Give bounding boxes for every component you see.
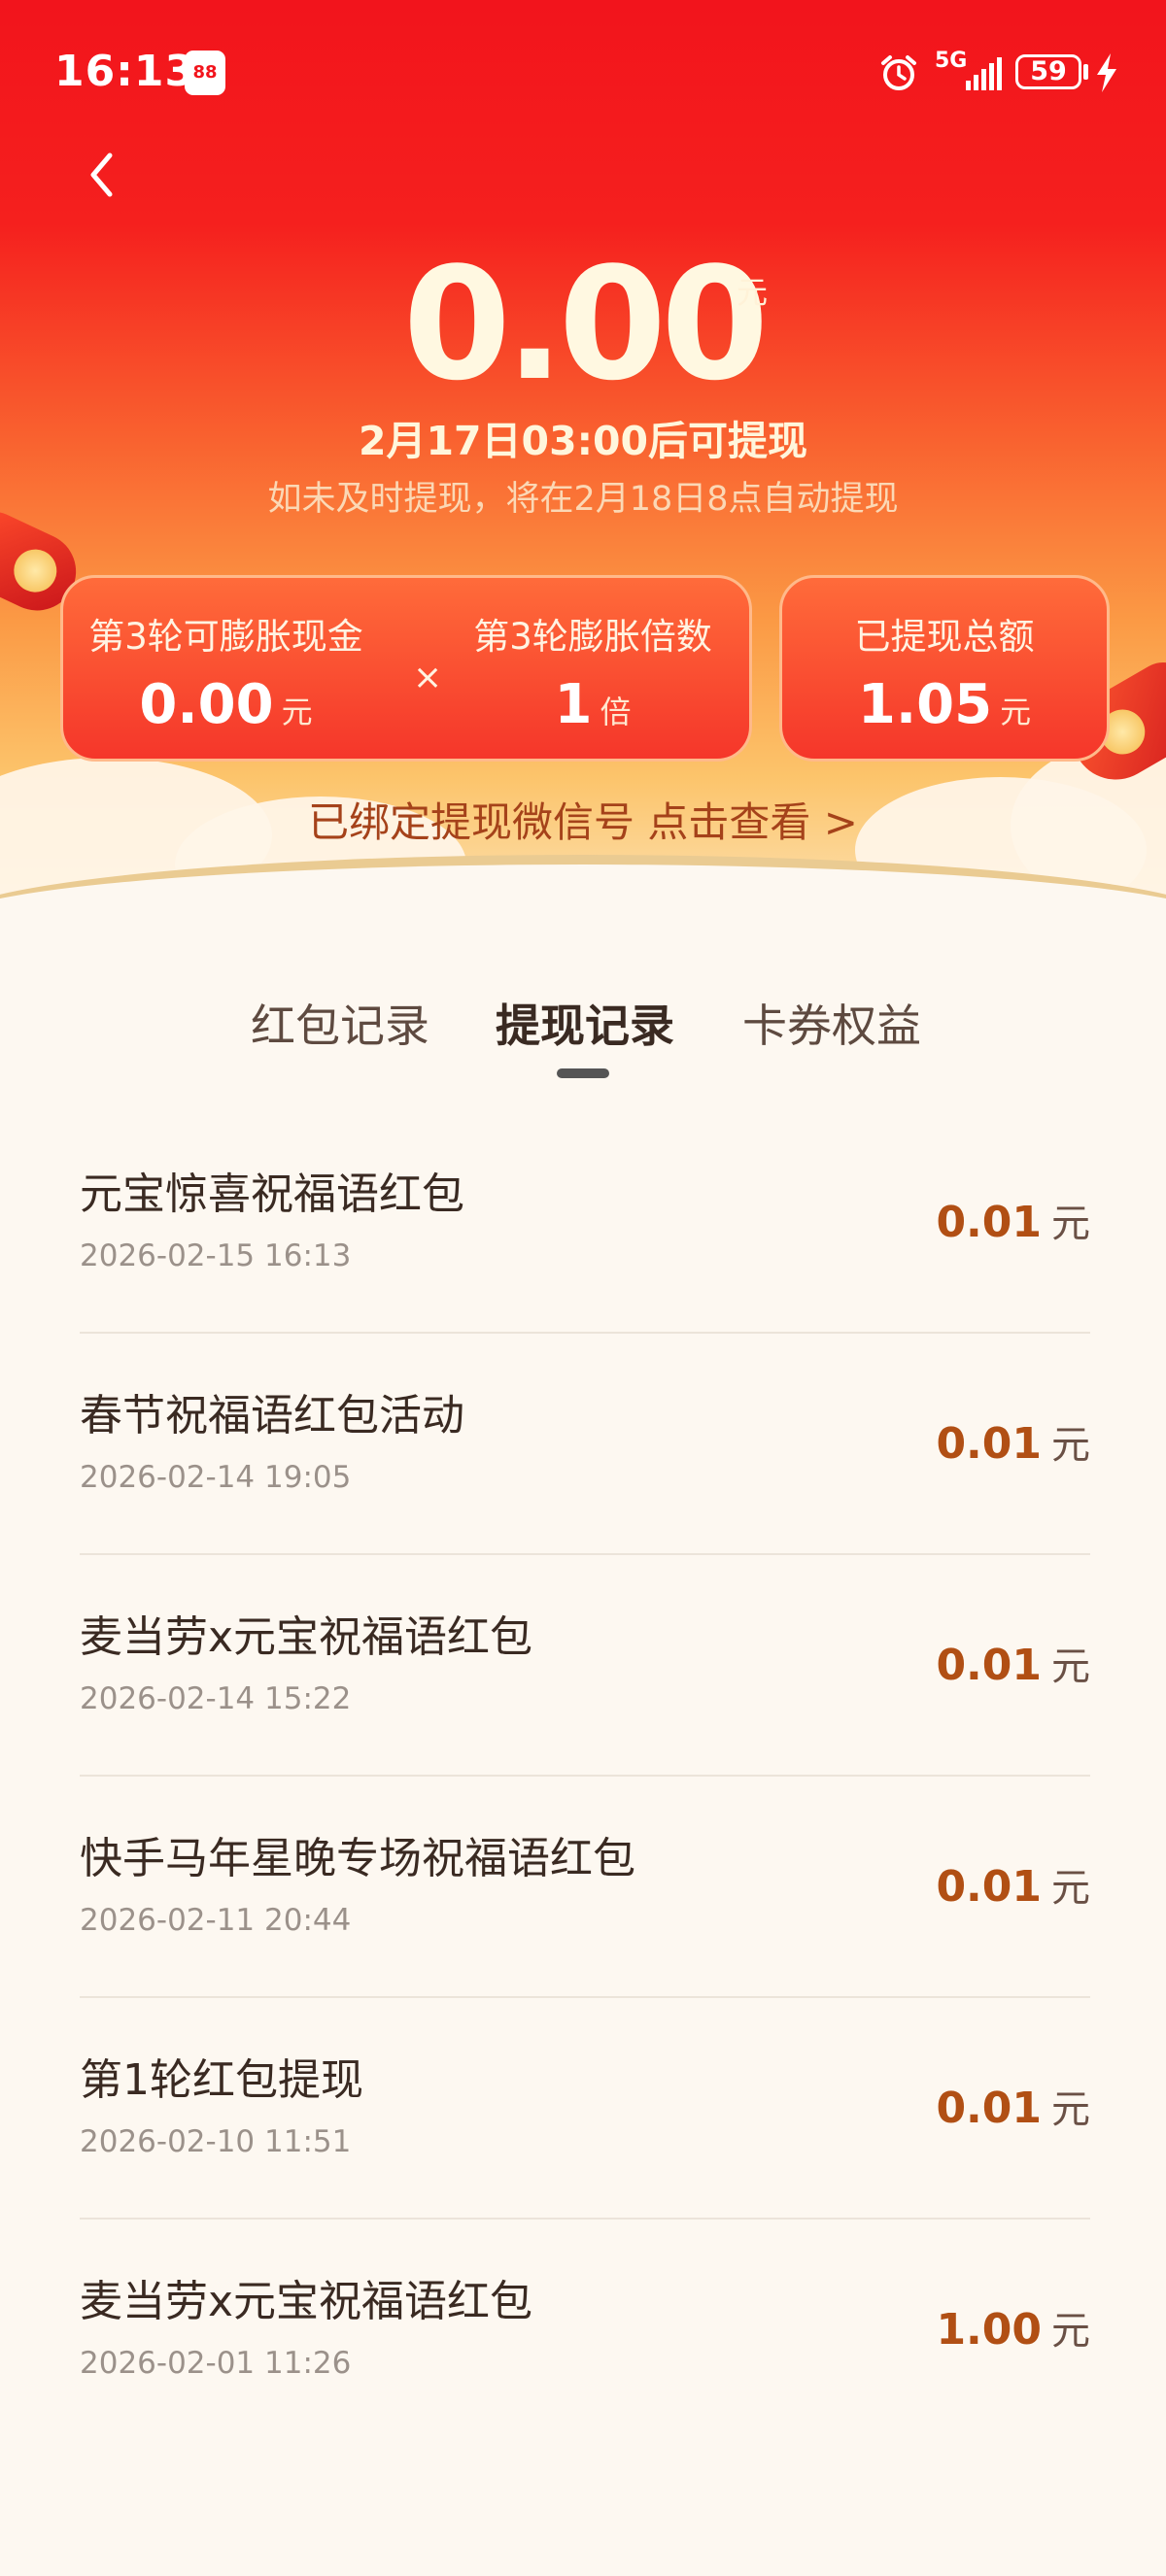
inflatable-cash-label: 第3轮可膨胀现金	[88, 616, 363, 658]
record-tabs: 红包记录 提现记录 卡券权益	[0, 991, 1166, 1078]
record-amount-unit: 元	[1051, 2087, 1090, 2132]
record-title: 元宝惊喜祝福语红包	[80, 1169, 464, 1219]
record-amount: 0.01 元	[936, 1856, 1090, 1913]
total-withdrawn-unit: 元	[1000, 694, 1032, 730]
list-item: 麦当劳x元宝祝福语红包 2026-02-14 15:22 0.01 元	[80, 1555, 1090, 1777]
back-arrow-icon[interactable]	[78, 146, 126, 204]
balance-amount: 0.00	[402, 233, 770, 415]
list-item: 快手马年星晚专场祝福语红包 2026-02-11 20:44 0.01 元	[80, 1777, 1090, 1998]
multiplier-unit: 倍	[600, 694, 632, 730]
record-title: 第1轮红包提现	[80, 2055, 363, 2105]
tab-withdraw-records[interactable]: 提现记录	[496, 991, 674, 1055]
record-title: 麦当劳x元宝祝福语红包	[80, 1612, 533, 1662]
status-bar: 16:13 88 5G 59	[0, 0, 1166, 146]
inflation-card: 第3轮可膨胀现金 0.00 元 × 第3轮膨胀倍数 1倍	[60, 575, 752, 762]
list-item: 第1轮红包提现 2026-02-10 11:51 0.01 元	[80, 1998, 1090, 2220]
record-amount: 0.01 元	[936, 1635, 1090, 1691]
total-withdrawn-label: 已提现总额	[854, 616, 1035, 658]
app-notification-icon: 88	[185, 51, 225, 95]
record-amount-unit: 元	[1051, 2309, 1090, 2354]
record-date: 2026-02-14 19:05	[80, 1460, 352, 1495]
record-title: 快手马年星晚专场祝福语红包	[80, 1834, 635, 1883]
network-type-label: 5G	[935, 49, 968, 73]
battery-level: 59	[1030, 56, 1067, 86]
active-tab-indicator	[557, 1068, 609, 1078]
record-amount: 0.01 元	[936, 1192, 1090, 1248]
withdraw-record-list: 元宝惊喜祝福语红包 2026-02-15 16:13 0.01 元 春节祝福语红包…	[80, 1112, 1090, 2441]
record-amount-unit: 元	[1051, 1866, 1090, 1911]
record-amount-value: 0.01	[936, 1641, 1042, 1690]
status-time: 16:13	[54, 47, 196, 96]
list-item: 麦当劳x元宝祝福语红包 2026-02-01 11:26 1.00 元	[80, 2220, 1090, 2441]
inflatable-cash-value: 0.00	[139, 673, 274, 736]
list-item: 元宝惊喜祝福语红包 2026-02-15 16:13 0.01 元	[80, 1112, 1090, 1334]
record-date: 2026-02-11 20:44	[80, 1903, 352, 1938]
inflatable-cash-unit: 元	[281, 694, 313, 730]
record-amount-value: 1.00	[936, 2305, 1042, 2355]
record-title: 春节祝福语红包活动	[80, 1391, 464, 1441]
record-amount-value: 0.01	[936, 1862, 1042, 1912]
record-date: 2026-02-15 16:13	[80, 1238, 352, 1273]
multiplier-label: 第3轮膨胀倍数	[473, 616, 712, 658]
record-amount: 1.00 元	[936, 2299, 1090, 2356]
record-amount-unit: 元	[1051, 1423, 1090, 1468]
record-amount: 0.01 元	[936, 2078, 1090, 2134]
charging-bolt-icon	[1097, 53, 1116, 92]
record-amount-unit: 元	[1051, 1202, 1090, 1246]
record-amount-unit: 元	[1051, 1644, 1090, 1689]
record-date: 2026-02-14 15:22	[80, 1681, 352, 1716]
alarm-icon	[881, 55, 916, 90]
list-item: 春节祝福语红包活动 2026-02-14 19:05 0.01 元	[80, 1334, 1090, 1555]
multiplier-stat: 第3轮膨胀倍数 1倍	[437, 607, 748, 736]
record-amount-value: 0.01	[936, 2084, 1042, 2133]
bound-wechat-link[interactable]: 已绑定提现微信号 点击查看 >	[0, 790, 1166, 849]
record-amount: 0.01 元	[936, 1413, 1090, 1470]
balance-display: 0.00 元	[0, 233, 1166, 415]
balance-unit: 元	[737, 274, 769, 311]
inflatable-cash-stat: 第3轮可膨胀现金 0.00 元	[63, 607, 389, 736]
record-date: 2026-02-01 11:26	[80, 2346, 352, 2381]
cellular-signal-icon	[966, 57, 1002, 90]
record-date: 2026-02-10 11:51	[80, 2124, 352, 2159]
auto-withdraw-note: 如未及时提现，将在2月18日8点自动提现	[267, 480, 899, 519]
total-withdrawn-value: 1.05	[857, 673, 993, 736]
tab-coupon-benefits[interactable]: 卡券权益	[742, 991, 921, 1055]
total-withdrawn-card: 已提现总额 1.05 元	[779, 575, 1110, 762]
multiplier-value: 1	[554, 673, 593, 736]
withdraw-available-time: 2月17日03:00后可提现	[358, 418, 808, 464]
record-amount-value: 0.01	[936, 1198, 1042, 1247]
record-amount-value: 0.01	[936, 1419, 1042, 1469]
record-title: 麦当劳x元宝祝福语红包	[80, 2277, 533, 2326]
tab-redpacket-records[interactable]: 红包记录	[251, 991, 429, 1055]
